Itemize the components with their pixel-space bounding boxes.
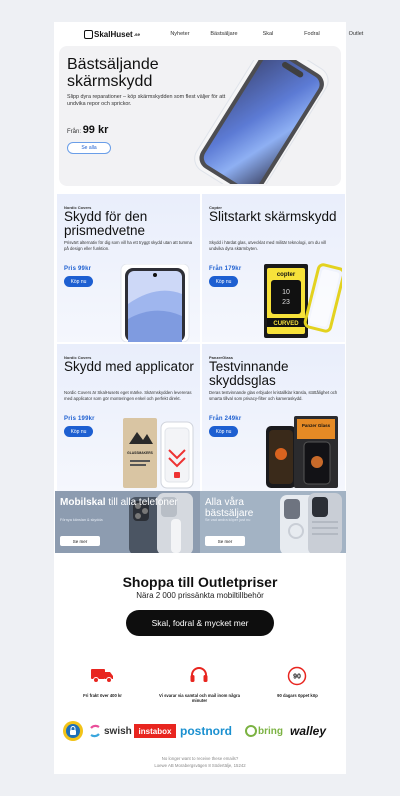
logo-mark-icon bbox=[84, 29, 93, 39]
buy-now-button[interactable]: Köp nu bbox=[64, 426, 93, 437]
buy-now-button[interactable]: Köp nu bbox=[64, 276, 93, 287]
bring-text: bring bbox=[258, 725, 283, 737]
card-desc: Prisvärt alternativ för dig som vill ha … bbox=[64, 240, 193, 251]
company-address: Loewe AB Morabergsvägen 8 Södertälje, 15… bbox=[154, 763, 246, 768]
see-more-button[interactable]: Se mer bbox=[60, 536, 100, 546]
product-card-budget[interactable]: Nordic Covers Skydd för den prismedvetne… bbox=[57, 194, 200, 342]
buy-now-button[interactable]: Köp nu bbox=[209, 276, 238, 287]
banner-subtitle: Förnya känslan & skydda bbox=[60, 518, 103, 522]
logo-tld: .se bbox=[133, 31, 140, 37]
card-title: Skydd med applicator bbox=[64, 359, 194, 374]
panzerglass-package-image: Panzer Glass bbox=[266, 416, 338, 488]
banner-title-rest: till alla telefoner bbox=[105, 497, 178, 508]
usp-label: Fri frakt över 400 kr bbox=[83, 693, 122, 698]
instabox-logo: instabox bbox=[134, 724, 176, 738]
applicator-brand-text: GLASSMAKERS bbox=[127, 451, 153, 455]
product-card-applicator[interactable]: Nordic Covers Skydd med applicator Nordi… bbox=[57, 344, 200, 492]
card-desc: Nordic Covers är SkalHusets eget märke. … bbox=[64, 390, 192, 401]
walley-logo: walley bbox=[290, 720, 340, 742]
phone-screen-protector-image bbox=[120, 264, 190, 342]
copter-brand-text: copter bbox=[277, 272, 296, 278]
logo[interactable]: SkalHuset .se bbox=[84, 29, 140, 39]
card-price: Pris 99kr bbox=[64, 266, 92, 272]
header: SkalHuset .se Nyheter Bästsäljare Skal F… bbox=[54, 22, 363, 46]
hero-see-all-button[interactable]: Se alla bbox=[67, 142, 111, 154]
card-title: Slitstarkt skärmskydd bbox=[209, 209, 337, 224]
swish-text: swish bbox=[104, 725, 132, 737]
buy-now-button[interactable]: Köp nu bbox=[209, 426, 238, 437]
card-desc: Deras testvinnande glas erbjuder kristal… bbox=[209, 390, 338, 401]
banner-title-rest: Alla våra bästsäljare bbox=[205, 497, 254, 519]
panzerglass-brand-text: Panzer Glass bbox=[302, 423, 331, 428]
trygg-ehandel-logo bbox=[63, 721, 83, 741]
walley-text: walley bbox=[290, 724, 327, 738]
90-days-badge-text: 90 bbox=[293, 674, 301, 681]
copter-curved-text: CURVED bbox=[273, 321, 299, 327]
nav-bastsaljare[interactable]: Bästsäljare bbox=[202, 31, 246, 37]
hero-phone-image bbox=[194, 60, 329, 184]
nav-skal[interactable]: Skal bbox=[246, 31, 290, 37]
banner-phone-cases[interactable]: Mobilskal till alla telefoner Förnya kän… bbox=[55, 491, 201, 553]
hero-price-value: 99 kr bbox=[82, 124, 109, 136]
bring-logo: bring bbox=[245, 720, 287, 742]
card-desc: Skydd i härdat glas, utvecklat med milit… bbox=[209, 240, 327, 251]
nav: Nyheter Bästsäljare Skal Fodral Outlet bbox=[158, 31, 378, 37]
postnord-text: postnord bbox=[180, 724, 232, 738]
see-more-button[interactable]: Se mer bbox=[205, 536, 245, 546]
card-title: Skydd för den prismedvetne bbox=[64, 209, 148, 238]
hero-title: Bästsäljande skärmskydd bbox=[67, 56, 159, 90]
card-price: Från 179kr bbox=[209, 266, 242, 272]
usp-label: Vi svarar via samtal och mail inom några… bbox=[159, 693, 240, 703]
product-card-copter[interactable]: Copter Slitstarkt skärmskydd Skydd i här… bbox=[202, 194, 345, 342]
banner-subtitle: Se vad andra köper just nu bbox=[205, 518, 251, 522]
card-title: Testvinnande skyddsglas bbox=[209, 359, 289, 388]
usp-label: 90 dagars öppet köp bbox=[277, 693, 318, 698]
nav-fodral[interactable]: Fodral bbox=[290, 31, 334, 37]
truck-icon bbox=[91, 669, 113, 683]
card-price: Från 249kr bbox=[209, 416, 242, 422]
swish-logo: swish bbox=[88, 720, 132, 742]
headset-icon bbox=[190, 667, 208, 682]
instabox-text: instabox bbox=[138, 726, 172, 736]
card-price: Pris 199kr bbox=[64, 416, 95, 422]
banner-title-bold: Mobilskal bbox=[60, 497, 106, 508]
banner-bestsellers[interactable]: Alla våra bästsäljare Se vad andra köper… bbox=[200, 491, 346, 553]
product-card-panzerglass[interactable]: PanzerGlass Testvinnande skyddsglas Dera… bbox=[202, 344, 345, 492]
outlet-subtitle: Nära 2 000 prissänkta mobiltillbehör bbox=[136, 591, 264, 600]
applicator-package-image: GLASSMAKERS bbox=[123, 418, 194, 489]
postnord-logo: postnord bbox=[180, 720, 242, 742]
outlet-title: Shoppa till Outletpriser bbox=[122, 574, 278, 590]
bring-icon bbox=[245, 725, 257, 737]
logo-text: SkalHuset bbox=[94, 29, 133, 39]
hero-banner[interactable]: Bästsäljande skärmskydd Slipp dyra repar… bbox=[59, 46, 341, 186]
banner-title: Alla våra bästsäljare bbox=[205, 497, 277, 519]
outlet-button[interactable]: Skal, fodral & mycket mer bbox=[126, 610, 274, 636]
banner-title: Mobilskal till alla telefoner bbox=[60, 497, 178, 508]
nav-outlet[interactable]: Outlet bbox=[334, 31, 378, 37]
nav-nyheter[interactable]: Nyheter bbox=[158, 31, 202, 37]
hero-price: Från: 99 kr bbox=[67, 124, 108, 136]
copter-package-image: copter 10 23 CURVED bbox=[264, 263, 342, 338]
unsubscribe-text[interactable]: No longer want to receive these emails? bbox=[54, 756, 346, 761]
swish-icon bbox=[90, 724, 100, 738]
90-days-icon: 90 bbox=[287, 666, 307, 686]
email-page: SkalHuset .se Nyheter Bästsäljare Skal F… bbox=[54, 22, 363, 774]
copter-hour-text: 10 bbox=[282, 289, 290, 296]
copter-minute-text: 23 bbox=[282, 299, 290, 306]
hero-price-prefix: Från: bbox=[67, 129, 82, 135]
